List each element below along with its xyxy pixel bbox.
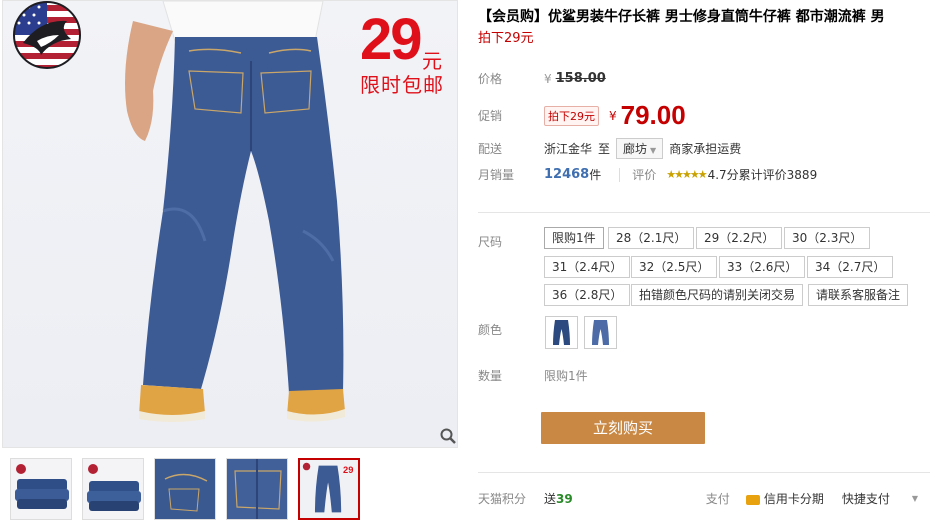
brand-shark-logo-icon xyxy=(13,1,81,69)
size-option-note[interactable]: 请联系客服备注 xyxy=(808,284,909,306)
quantity-limit: 限购1件 xyxy=(544,369,588,383)
color-swatch-1[interactable] xyxy=(545,316,578,349)
points-value: 39 xyxy=(556,491,573,506)
svg-text:29: 29 xyxy=(343,465,353,475)
promo-tag: 拍下29元 xyxy=(544,105,599,126)
size-option[interactable]: 29（2.2尺） xyxy=(696,227,783,249)
thumbnail-4[interactable] xyxy=(226,458,288,520)
delivery-city: 廊坊 xyxy=(623,142,648,156)
points-prefix: 送 xyxy=(544,492,557,506)
sales-label: 月销量 xyxy=(478,168,515,182)
sales-count: 12468 xyxy=(544,167,590,182)
delivery-row: 配送 浙江金华 至 廊坊 ▼ 商家承担运费 xyxy=(478,138,741,159)
thumbnail-2[interactable] xyxy=(82,458,144,520)
size-option-note[interactable]: 拍错颜色尺码的请别关闭交易 xyxy=(631,284,804,306)
delivery-from: 浙江金华 xyxy=(544,142,593,156)
color-swatch-2[interactable] xyxy=(584,316,617,349)
size-option[interactable]: 32（2.5尺） xyxy=(631,256,718,278)
promo-label: 促销 xyxy=(478,109,503,123)
jeans-photo xyxy=(125,1,345,422)
quantity-row: 数量 限购1件 xyxy=(478,367,588,384)
size-label-row: 尺码 xyxy=(478,233,544,250)
footer-row: 天猫积分 送 39 支付 信用卡分期 快捷支付 ▼ xyxy=(478,490,930,507)
product-page: 29 元 限时包邮 29 【会员购】优鲨男装牛仔长裤 男士修身直筒牛仔裤 都市潮… xyxy=(0,0,930,521)
delivery-label: 配送 xyxy=(478,142,503,156)
color-label: 颜色 xyxy=(478,323,503,337)
price-row: 价格 ¥ 158.00 xyxy=(478,70,606,87)
price-currency: ¥ xyxy=(544,71,552,86)
color-row: 颜色 xyxy=(478,321,544,338)
product-info-panel: 【会员购】优鲨男装牛仔长裤 男士修身直筒牛仔裤 都市潮流裤 男 拍下29元 价格… xyxy=(478,0,930,506)
installment-link[interactable]: 信用卡分期 xyxy=(764,490,824,507)
thumbnail-5-selected[interactable]: 29 xyxy=(298,458,360,520)
rating-stars: ★★★★★ xyxy=(666,168,707,181)
zoom-magnifier-icon[interactable] xyxy=(439,427,457,445)
divider xyxy=(619,167,621,182)
review-label: 评价 xyxy=(632,168,657,182)
sales-unit: 件 xyxy=(589,168,602,182)
dropdown-caret-icon: ▼ xyxy=(650,146,657,155)
main-product-image[interactable]: 29 元 限时包邮 xyxy=(2,0,458,448)
quick-pay-label[interactable]: 快捷支付 xyxy=(842,490,890,507)
price-label: 价格 xyxy=(478,72,503,86)
pay-label: 支付 xyxy=(705,492,730,506)
delivery-city-select[interactable]: 廊坊 ▼ xyxy=(616,138,664,159)
size-option[interactable]: 33（2.6尺） xyxy=(719,256,806,278)
promo-price-value: 79.00 xyxy=(620,100,686,130)
buy-now-button[interactable]: 立刻购买 xyxy=(541,412,705,444)
thumbnail-strip: 29 xyxy=(10,458,360,520)
product-title: 【会员购】优鲨男装牛仔长裤 男士修身直筒牛仔裤 都市潮流裤 男 xyxy=(478,9,885,25)
delivery-to-word: 至 xyxy=(598,142,611,156)
rating-score-link[interactable]: 4.7分累计评价3889 xyxy=(708,166,818,183)
quantity-label: 数量 xyxy=(478,369,503,383)
promo-row: 促销 拍下29元 ¥ 79.00 xyxy=(478,100,686,131)
separator xyxy=(478,212,930,213)
original-price: 158.00 xyxy=(555,71,606,86)
shipping-note: 商家承担运费 xyxy=(669,142,742,156)
dropdown-caret-icon[interactable]: ▼ xyxy=(912,494,918,503)
points-label: 天猫积分 xyxy=(478,492,527,506)
thumbnail-1[interactable] xyxy=(10,458,72,520)
credit-card-icon xyxy=(745,494,760,505)
size-label: 尺码 xyxy=(478,235,503,249)
size-option[interactable]: 28（2.1尺） xyxy=(608,227,695,249)
product-subtitle: 拍下29元 xyxy=(478,31,534,46)
separator xyxy=(478,472,930,473)
size-option[interactable]: 31（2.4尺） xyxy=(544,256,631,278)
size-option[interactable]: 34（2.7尺） xyxy=(807,256,894,278)
size-option[interactable]: 30（2.3尺） xyxy=(784,227,871,249)
promo-unit: 元 xyxy=(422,51,442,73)
size-option[interactable]: 限购1件 xyxy=(544,227,604,249)
promo-currency: ¥ xyxy=(609,108,617,123)
sales-row: 月销量 12468 件 评价 ★★★★★ 4.7分累计评价3889 xyxy=(478,166,817,183)
thumbnail-3[interactable] xyxy=(154,458,216,520)
size-option[interactable]: 36（2.8尺） xyxy=(544,284,631,306)
